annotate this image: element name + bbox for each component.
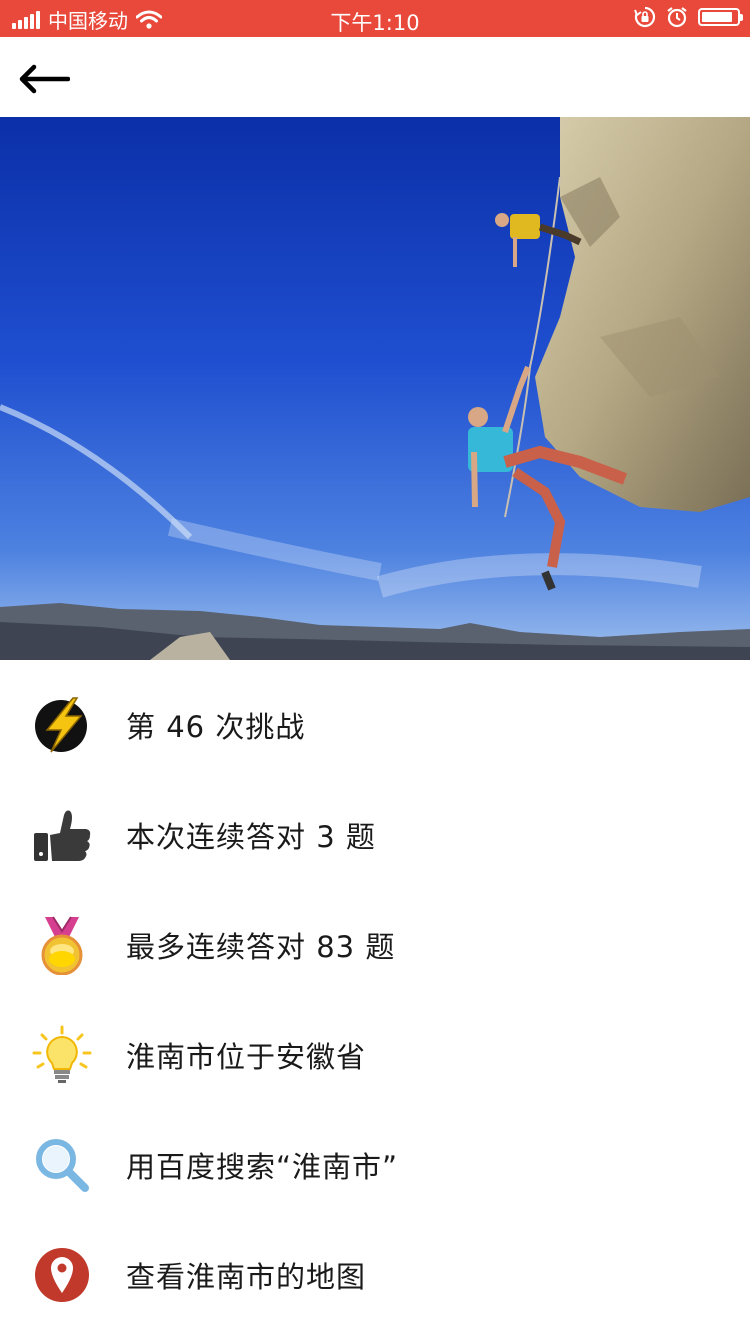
search-icon	[32, 1135, 92, 1195]
medal-icon	[32, 915, 92, 975]
status-bar: 中国移动 下午1:10	[0, 0, 750, 37]
battery-icon	[698, 8, 743, 26]
lightning-icon	[32, 695, 92, 755]
rotation-lock-icon	[634, 6, 656, 28]
nav-bar	[0, 37, 750, 118]
list-item-challenge-count[interactable]: 第 46 次挑战	[0, 670, 750, 780]
status-right	[634, 6, 743, 28]
arrow-left-icon	[19, 64, 70, 94]
rock-climbers-photo	[0, 117, 750, 660]
list-item-fact[interactable]: 淮南市位于安徽省	[0, 1000, 750, 1110]
back-button[interactable]	[18, 57, 78, 101]
list-item-label: 用百度搜索“淮南市”	[126, 1150, 399, 1184]
light-bulb-icon	[32, 1025, 92, 1085]
hero-photo	[0, 117, 750, 660]
list-item-label: 本次连续答对 3 题	[126, 820, 376, 854]
list-item-baidu-search[interactable]: 用百度搜索“淮南市”	[0, 1110, 750, 1220]
list-item-label: 淮南市位于安徽省	[126, 1040, 367, 1074]
list-item-view-map[interactable]: 查看淮南市的地图	[0, 1220, 750, 1330]
map-pin-icon	[32, 1245, 92, 1305]
list-item-label: 第 46 次挑战	[126, 710, 306, 744]
list-item-current-streak[interactable]: 本次连续答对 3 题	[0, 780, 750, 890]
thumbs-up-icon	[32, 805, 92, 865]
list-item-label: 查看淮南市的地图	[126, 1260, 367, 1294]
list-item-label: 最多连续答对 83 题	[126, 930, 396, 964]
list-item-best-streak[interactable]: 最多连续答对 83 题	[0, 890, 750, 1000]
alarm-icon	[667, 7, 687, 28]
